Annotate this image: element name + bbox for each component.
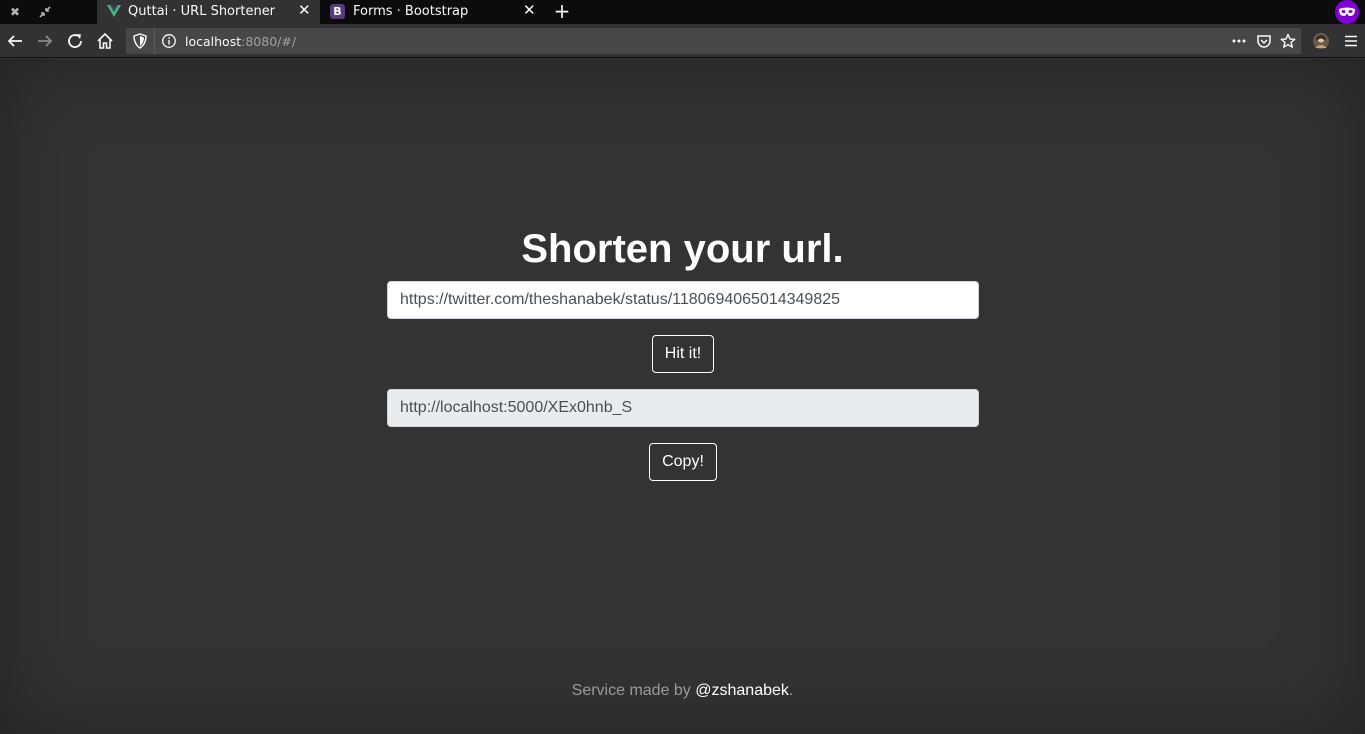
tab-close-icon[interactable]: ✕: [523, 1, 536, 19]
home-icon: [97, 32, 113, 49]
author-link[interactable]: @zshanabek: [695, 682, 789, 699]
new-tab-button[interactable]: +: [552, 0, 572, 23]
reload-button[interactable]: [64, 30, 86, 52]
menu-hamburger-icon[interactable]: [1340, 30, 1362, 52]
site-info-icon[interactable]: [160, 32, 178, 50]
forward-button[interactable]: [34, 30, 56, 52]
tab-title: Forms · Bootstrap: [353, 4, 469, 19]
url-text[interactable]: localhost:8080/#/: [185, 34, 296, 49]
page-content: Shorten your url. https://twitter.com/th…: [0, 59, 1365, 734]
back-arrow-icon: [7, 35, 22, 47]
home-button[interactable]: [94, 30, 116, 52]
back-button[interactable]: [4, 30, 26, 52]
page-actions-icon[interactable]: [1230, 32, 1248, 50]
url-bar[interactable]: localhost:8080/#/: [126, 28, 1301, 54]
footer: Service made by @zshanabek.: [0, 682, 1365, 700]
long-url-input[interactable]: https://twitter.com/theshanabek/status/1…: [387, 281, 979, 319]
pocket-icon[interactable]: [1255, 32, 1273, 50]
footer-text: Service made by: [571, 682, 696, 699]
close-window-icon[interactable]: ✖: [6, 3, 24, 21]
page-title: Shorten your url.: [521, 227, 844, 271]
footer-period: .: [788, 682, 794, 699]
tracking-protection-shield-icon[interactable]: [131, 32, 149, 50]
shorten-button[interactable]: Hit it!: [652, 335, 714, 373]
reload-icon: [68, 34, 82, 48]
copy-button[interactable]: Copy!: [649, 443, 717, 481]
tab-strip: ✖ Quttai · URL Shortener ✕ B Forms · Boo…: [0, 0, 1365, 24]
private-browsing-icon: [1335, 0, 1359, 24]
vue-icon: [107, 5, 121, 17]
url-host: localhost: [185, 34, 242, 49]
url-bar-separator: [154, 28, 155, 54]
restore-window-icon[interactable]: [36, 3, 54, 21]
bookmark-star-icon[interactable]: [1279, 32, 1297, 50]
tab-bootstrap-forms[interactable]: B Forms · Bootstrap ✕: [322, 0, 545, 24]
url-path: :8080/#/: [241, 34, 297, 49]
tab-close-icon[interactable]: ✕: [298, 1, 311, 19]
tab-url-shortener[interactable]: Quttai · URL Shortener ✕: [97, 0, 320, 24]
navigation-toolbar: localhost:8080/#/: [0, 24, 1365, 58]
shrink-arrows-icon: [39, 6, 51, 18]
short-url-output[interactable]: http://localhost:5000/XEx0hnb_S: [387, 389, 979, 427]
tab-title: Quttai · URL Shortener: [128, 4, 276, 19]
user-avatar-icon[interactable]: [1310, 30, 1332, 52]
forward-arrow-icon: [38, 35, 53, 47]
bootstrap-icon: B: [330, 4, 345, 19]
